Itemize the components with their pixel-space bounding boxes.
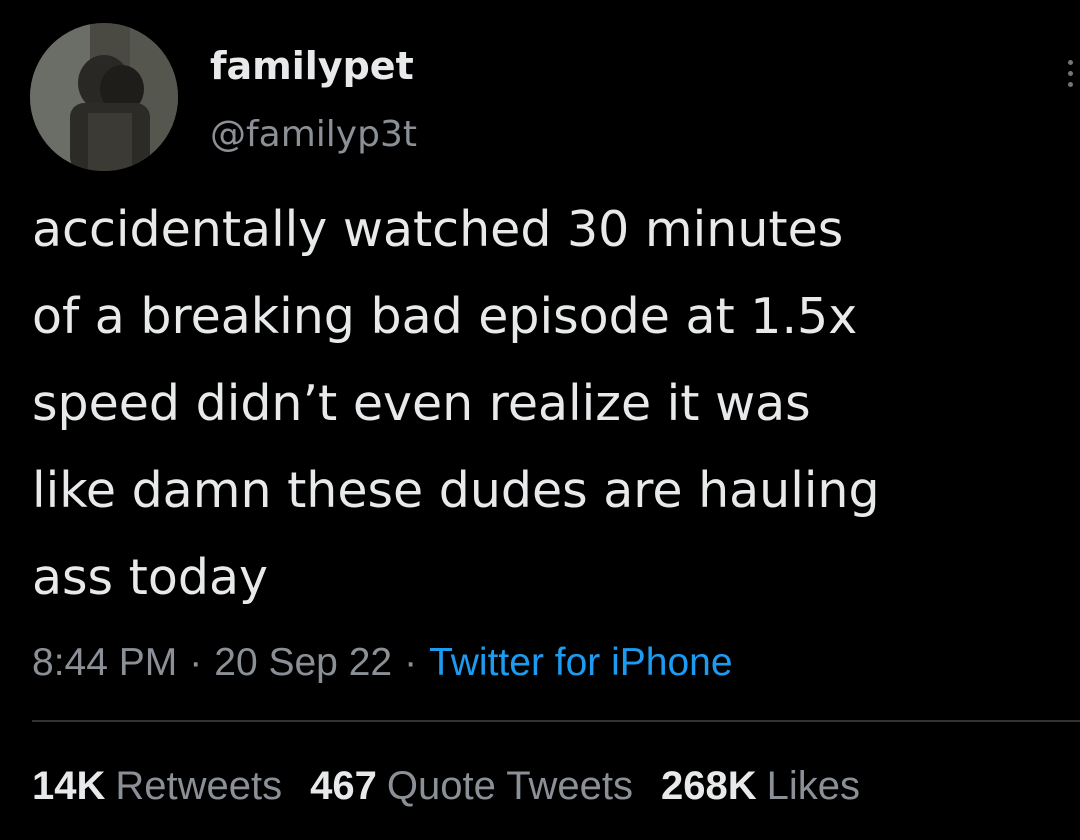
likes-label: Likes <box>766 764 860 808</box>
likes-count: 268K <box>660 764 757 808</box>
tweet-text-line: accidentally watched 30 minutes <box>32 201 844 258</box>
tweet-meta: 8:44 PM · 20 Sep 22 · Twitter for iPhone <box>32 636 733 690</box>
quote-tweets-count: 467 <box>310 764 377 808</box>
tweet-stats: 14K Retweets 467 Quote Tweets 268K Likes <box>32 758 888 814</box>
divider <box>32 720 1080 722</box>
profile-photo-icon <box>30 23 178 171</box>
tweet-card: familypet @familyp3t accidentally watche… <box>0 0 1080 840</box>
meta-separator: · <box>404 641 418 684</box>
tweet-text-line: like damn these dudes are hauling <box>32 462 880 519</box>
quote-tweets-stat[interactable]: 467 Quote Tweets <box>310 758 633 814</box>
user-handle[interactable]: @familyp3t <box>210 112 417 158</box>
tweet-text-line: speed didn’t even realize it was <box>32 375 811 432</box>
tweet-time[interactable]: 8:44 PM <box>32 641 177 684</box>
retweets-label: Retweets <box>115 764 283 808</box>
avatar[interactable] <box>30 23 178 171</box>
more-options-icon[interactable] <box>1064 60 1076 96</box>
tweet-text: accidentally watched 30 minutes of a bre… <box>32 186 1080 621</box>
tweet-source-link[interactable]: Twitter for iPhone <box>429 641 732 684</box>
retweets-stat[interactable]: 14K Retweets <box>32 758 282 814</box>
tweet-date[interactable]: 20 Sep 22 <box>214 641 392 684</box>
likes-stat[interactable]: 268K Likes <box>661 758 860 814</box>
tweet-text-line: ass today <box>32 549 268 606</box>
retweets-count: 14K <box>32 764 106 808</box>
meta-separator: · <box>189 641 203 684</box>
display-name[interactable]: familypet <box>210 42 414 90</box>
quote-tweets-label: Quote Tweets <box>386 764 633 808</box>
tweet-text-line: of a breaking bad episode at 1.5x <box>32 288 858 345</box>
